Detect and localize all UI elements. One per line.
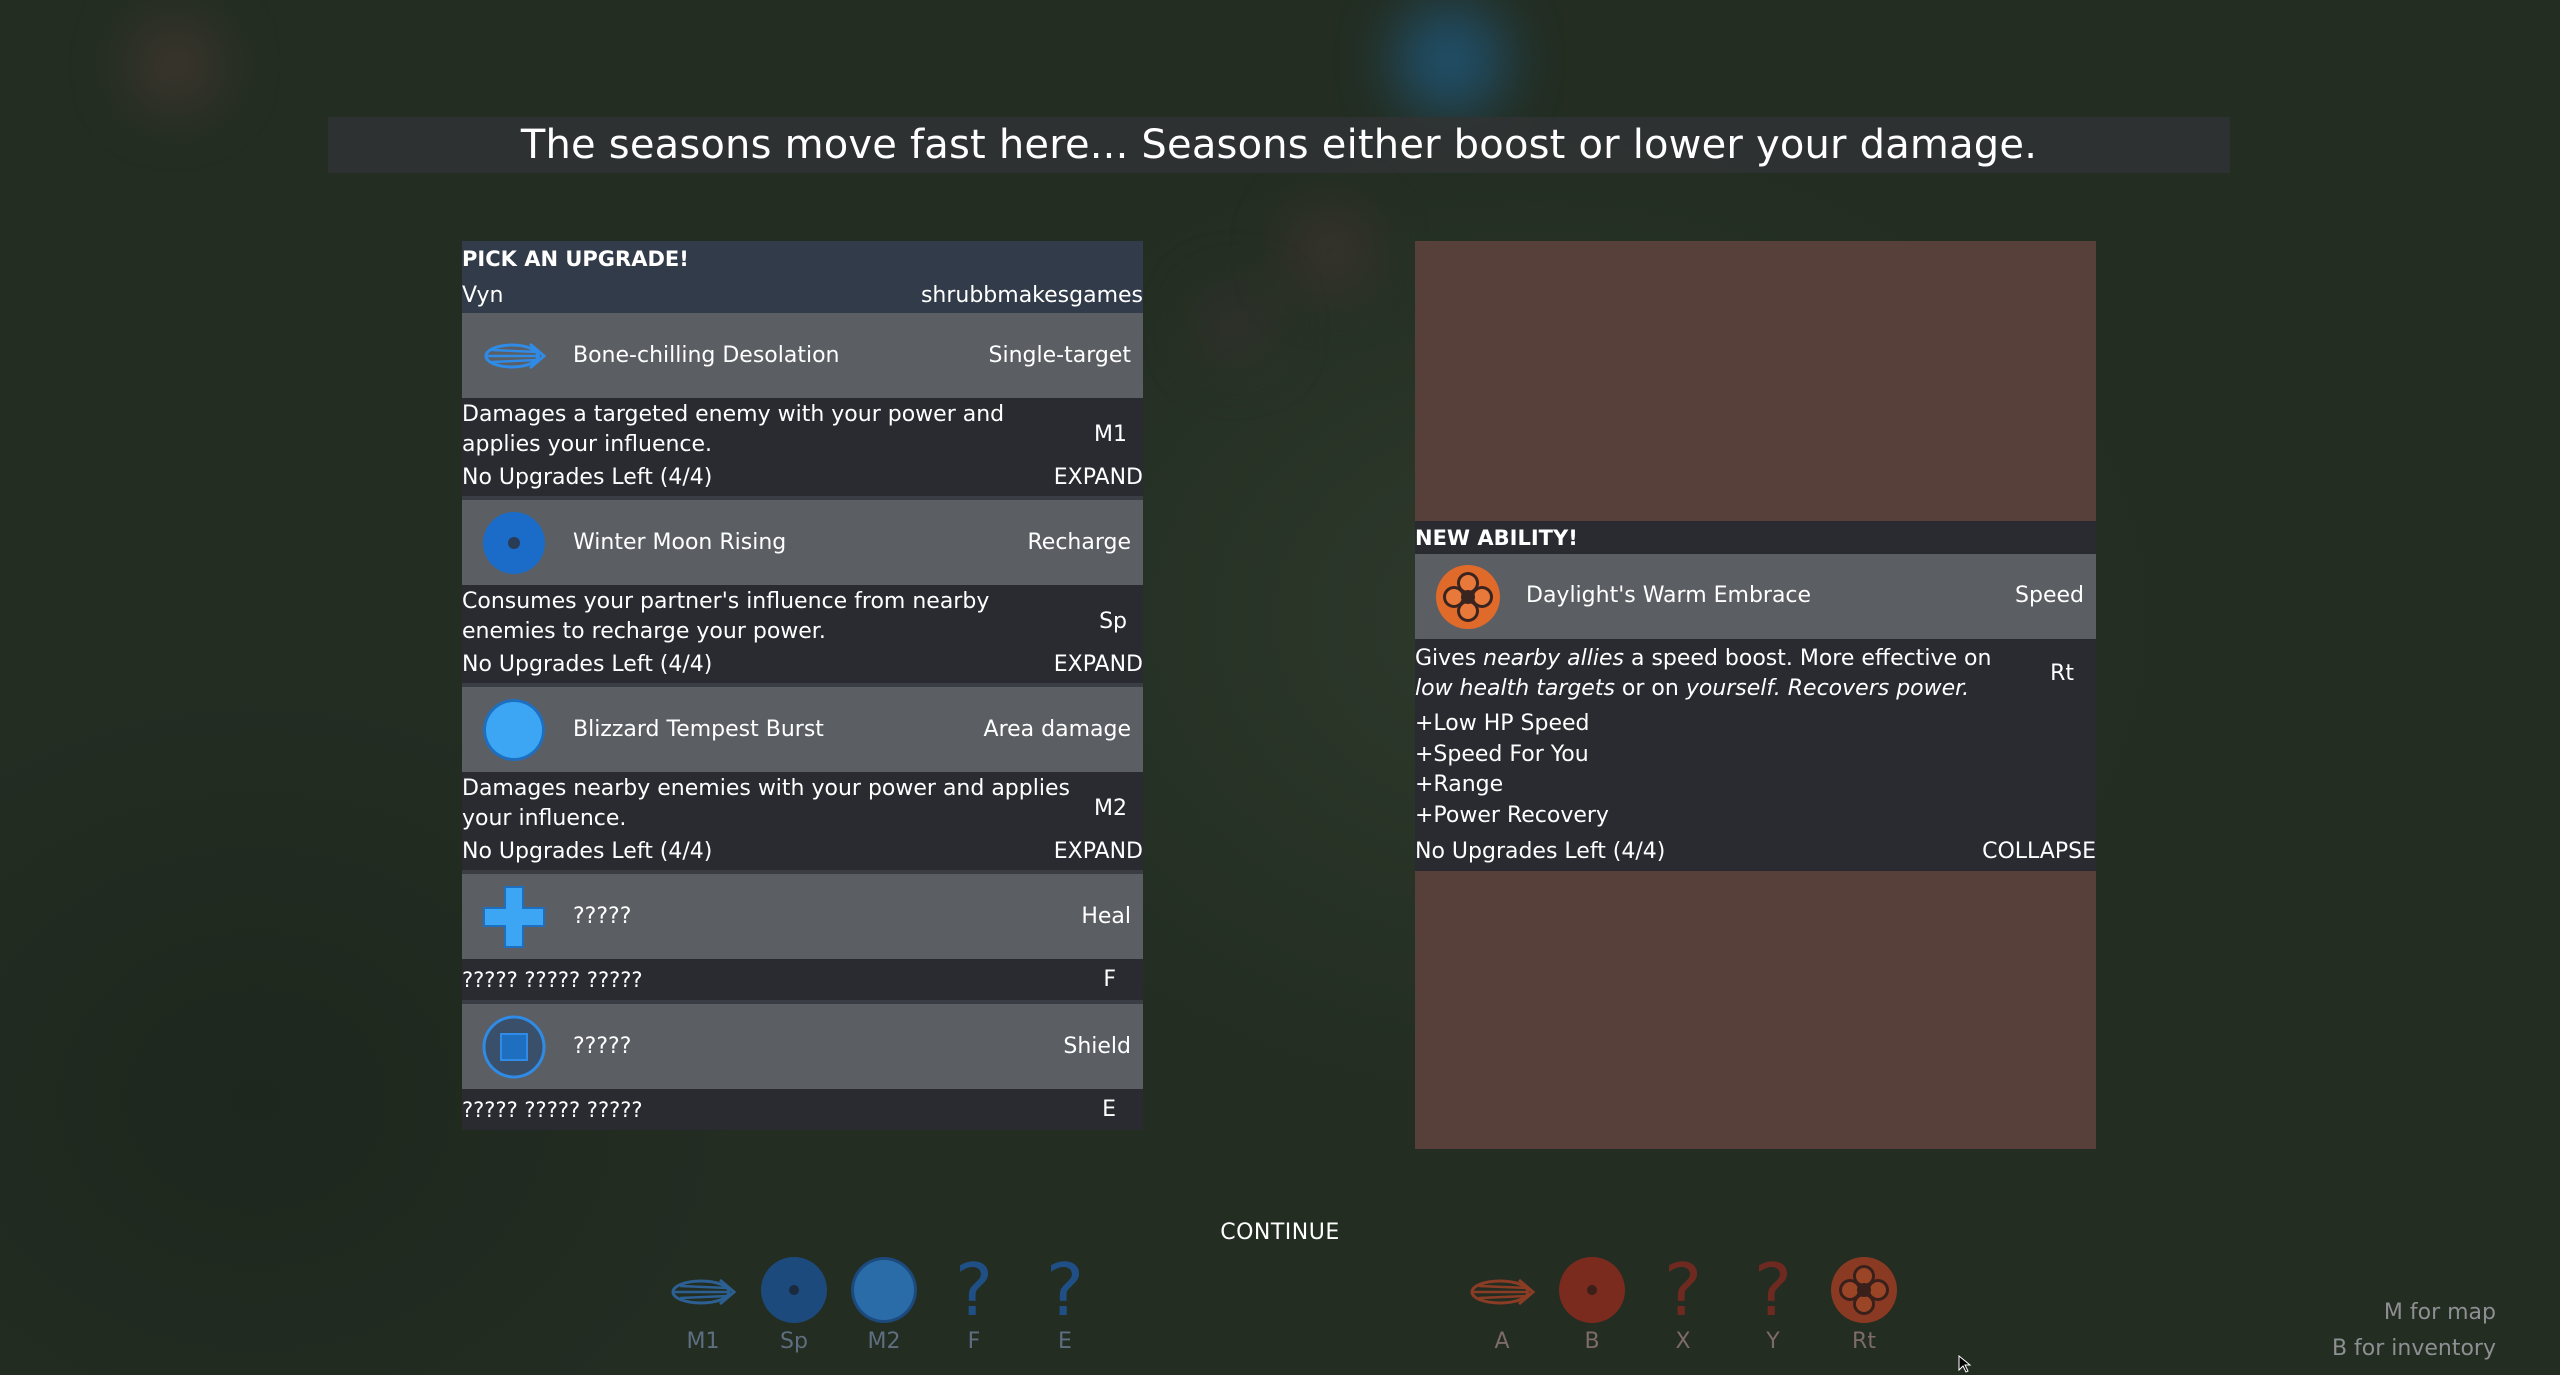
question-icon: ? [1664, 1255, 1702, 1325]
flower-icon [1831, 1257, 1897, 1323]
collapse-button[interactable]: COLLAPSE [1982, 839, 2096, 864]
player-row: Vyn shrubbmakesgames [462, 277, 1143, 313]
mouse-cursor-icon [1958, 1355, 1972, 1373]
ability-details: Damages a targeted enemy with your power… [462, 398, 1143, 496]
hotbar-right: A B ? X ? Y Rt [0, 1255, 2560, 1375]
ability-name: ????? [573, 904, 632, 929]
keybind-label: Rt [2050, 661, 2074, 686]
perk-item: +Power Recovery [1415, 802, 1609, 828]
upgrade-status: No Upgrades Left (4/4) [462, 465, 713, 490]
hotbar-slot-rt[interactable]: Rt [1824, 1255, 1904, 1354]
background-orb [1200, 290, 1270, 360]
continue-button[interactable]: CONTINUE [1200, 1220, 1360, 1245]
ability-details: Consumes your partner's influence from n… [462, 585, 1143, 683]
ability-details: Damages nearby enemies with your power a… [462, 772, 1143, 870]
ability-description: ????? ????? ????? [462, 967, 643, 992]
perk-list: +Low HP Speed +Speed For You +Range +Pow… [1415, 709, 1609, 831]
upgrade-panel: PICK AN UPGRADE! Vyn shrubbmakesgames Bo… [462, 241, 1143, 1149]
perk-item: +Range [1415, 772, 1504, 797]
panel-title: PICK AN UPGRADE! [462, 247, 689, 271]
ability-tag: Area damage [983, 717, 1131, 742]
expand-button[interactable]: EXPAND [1054, 463, 1143, 493]
expand-button[interactable]: EXPAND [1054, 837, 1143, 867]
ability-card-daylights-warm-embrace[interactable]: Daylight's Warm Embrace Speed [1415, 554, 2096, 639]
ability-details: Gives nearby allies a speed boost. More … [1415, 639, 2096, 871]
hotbar-label: A [1494, 1329, 1510, 1354]
ability-card-winter-moon-rising[interactable]: Winter Moon Rising Recharge [462, 500, 1143, 585]
new-ability-panel: NEW ABILITY! Daylight's Warm Embrace Spe… [1415, 241, 2096, 1149]
panel-header: PICK AN UPGRADE! [462, 241, 1143, 277]
ability-description: Damages nearby enemies with your power a… [462, 776, 1070, 831]
ability-name: ????? [573, 1034, 632, 1059]
ability-name: Winter Moon Rising [573, 530, 787, 555]
ability-tag: Heal [1081, 904, 1131, 929]
ability-card-heal-locked[interactable]: ????? Heal [462, 874, 1143, 959]
ability-card-bone-chilling-desolation[interactable]: Bone-chilling Desolation Single-target [462, 313, 1143, 398]
ability-tag: Speed [2015, 583, 2084, 608]
hotbar-slot-y[interactable]: ? Y [1733, 1255, 1813, 1354]
moon-disc-icon [1559, 1257, 1625, 1323]
background-orb [1290, 210, 1370, 290]
ability-tag: Shield [1063, 1034, 1131, 1059]
upgrade-status: No Upgrades Left (4/4) [1415, 838, 1666, 864]
tip-banner: The seasons move fast here... Seasons ei… [328, 117, 2230, 173]
ability-description: Consumes your partner's influence from n… [462, 589, 990, 644]
ability-card-blizzard-tempest-burst[interactable]: Blizzard Tempest Burst Area damage [462, 687, 1143, 772]
perk-item: +Speed For You [1415, 741, 1589, 767]
square-shield-icon [482, 1015, 546, 1079]
svg-text:?: ? [1754, 1255, 1792, 1325]
perk-item: +Low HP Speed [1415, 711, 1590, 736]
map-hint: M for map [2383, 1300, 2496, 1325]
player-name: Vyn [462, 282, 504, 308]
ability-name: Blizzard Tempest Burst [573, 717, 824, 742]
ability-card-shield-locked[interactable]: ????? Shield [462, 1004, 1143, 1089]
ability-description: Damages a targeted enemy with your power… [462, 402, 1005, 457]
ability-name: Bone-chilling Desolation [573, 343, 840, 368]
comet-streak-icon [1470, 1278, 1536, 1306]
moon-disc-icon [483, 512, 545, 574]
ability-name: Daylight's Warm Embrace [1526, 583, 1812, 608]
hotbar-label: Y [1766, 1329, 1780, 1354]
hotbar-label: X [1675, 1329, 1691, 1354]
hotbar-label: Rt [1852, 1329, 1876, 1354]
hotbar-slot-b[interactable]: B [1552, 1255, 1632, 1354]
keybind-label: E [1102, 1097, 1116, 1122]
keybind-label: F [1103, 967, 1116, 992]
upgrade-status: No Upgrades Left (4/4) [462, 839, 713, 864]
new-ability-title: NEW ABILITY! [1415, 525, 1578, 550]
expand-button[interactable]: EXPAND [1054, 650, 1143, 680]
ability-tag: Recharge [1027, 530, 1131, 555]
ability-description: Gives nearby allies a speed boost. More … [1415, 646, 1992, 701]
keybind-label: Sp [1099, 609, 1127, 634]
author-name: shrubbmakesgames [920, 282, 1143, 308]
ability-tag: Single-target [988, 343, 1131, 368]
upgrade-status: No Upgrades Left (4/4) [462, 652, 713, 677]
plus-heal-icon [483, 886, 545, 948]
hotbar-slot-a[interactable]: A [1462, 1255, 1542, 1354]
ability-details: ????? ????? ????? E [462, 1089, 1143, 1130]
inventory-hint: B for inventory [2331, 1336, 2496, 1361]
background-orb [1395, 5, 1505, 115]
svg-text:?: ? [1664, 1255, 1702, 1325]
hotbar-label: B [1584, 1329, 1600, 1354]
new-ability-header: NEW ABILITY! [1415, 521, 2096, 554]
keybind-label: M2 [1094, 796, 1127, 821]
circle-burst-icon [483, 699, 545, 761]
ability-description: ????? ????? ????? [462, 1097, 643, 1122]
question-icon: ? [1754, 1255, 1792, 1325]
control-hints: M for map B for inventory [2332, 1295, 2496, 1367]
comet-streak-icon [484, 342, 546, 370]
ability-details: ????? ????? ????? F [462, 959, 1143, 1000]
flower-icon [1436, 565, 1500, 629]
background-orb [130, 20, 220, 110]
tip-text: The seasons move fast here... Seasons ei… [520, 122, 2038, 168]
keybind-label: M1 [1094, 422, 1127, 447]
hotbar-slot-x[interactable]: ? X [1643, 1255, 1723, 1354]
